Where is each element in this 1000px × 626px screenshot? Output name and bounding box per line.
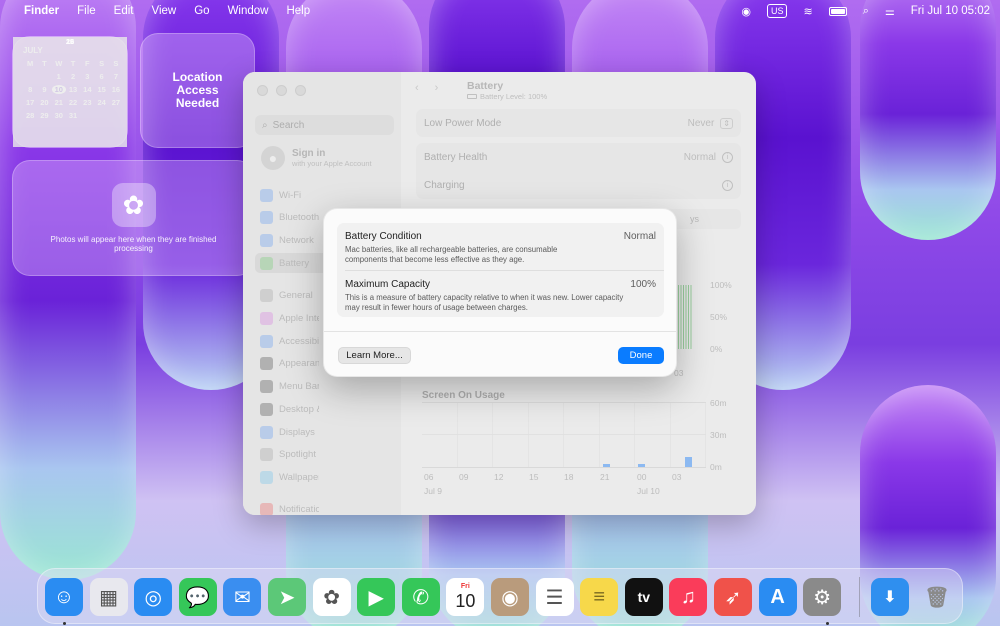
- facetime-icon[interactable]: ▶: [357, 578, 396, 616]
- max-capacity-desc: This is a measure of battery capacity re…: [345, 293, 624, 312]
- launchpad-icon[interactable]: ▦: [89, 578, 128, 616]
- battery-condition-row: Battery Condition Normal Mac batteries, …: [345, 231, 656, 264]
- max-capacity-row: Maximum Capacity 100% This is a measure …: [345, 279, 656, 312]
- battery-health-dialog: Battery Condition Normal Mac batteries, …: [323, 208, 677, 377]
- wifi-icon[interactable]: ≋: [803, 5, 812, 18]
- mail-icon[interactable]: ✉: [223, 578, 262, 616]
- battery-condition-desc: Mac batteries, like all rechargeable bat…: [345, 245, 558, 264]
- menu-bar: Finder File Edit View Go Window Help ◉ U…: [0, 0, 1000, 22]
- photos-widget[interactable]: ✿ Photos will appear here when they are …: [12, 160, 255, 276]
- reminders-icon[interactable]: ☰: [535, 578, 574, 616]
- control-center-icon[interactable]: ⚌: [885, 5, 895, 18]
- notes-icon[interactable]: ≡: [580, 578, 619, 616]
- menu-window[interactable]: Window: [228, 5, 269, 17]
- screen-record-icon[interactable]: ◉: [741, 5, 751, 18]
- calendar-day-number: 10: [455, 591, 476, 611]
- finder-icon[interactable]: ☺: [45, 578, 83, 616]
- menu-go[interactable]: Go: [194, 5, 209, 17]
- battery-condition-value: Normal: [623, 231, 656, 242]
- calendar-widget[interactable]: JULY M T W T F S S 1 2 3 4 5 6 7 8 9 10 …: [12, 36, 128, 148]
- messages-icon[interactable]: 💬: [178, 578, 217, 616]
- location-widget-text: Location Access Needed: [172, 70, 223, 110]
- menu-file[interactable]: File: [77, 5, 96, 17]
- maps-icon[interactable]: ➤: [268, 578, 306, 616]
- music-icon[interactable]: ♫: [669, 578, 708, 616]
- system-settings-icon[interactable]: ⚙: [803, 578, 842, 616]
- photos-icon[interactable]: ✿: [312, 578, 351, 616]
- safari-icon[interactable]: ◎: [134, 578, 173, 616]
- done-button[interactable]: Done: [618, 347, 664, 364]
- menu-clock[interactable]: Fri Jul 10 05:02: [911, 5, 990, 17]
- menu-app-name[interactable]: Finder: [24, 5, 59, 17]
- calendar-icon[interactable]: Fri 10: [446, 578, 485, 616]
- trash-icon[interactable]: 🗑: [918, 578, 956, 616]
- tv-icon[interactable]: tv: [624, 578, 663, 616]
- max-capacity-title: Maximum Capacity: [345, 279, 431, 290]
- battery-icon[interactable]: [828, 6, 847, 16]
- max-capacity-value: 100%: [630, 279, 656, 290]
- phone-icon[interactable]: ✆: [401, 578, 440, 616]
- app-store-icon[interactable]: A: [758, 578, 797, 616]
- downloads-folder-icon[interactable]: ⬇: [871, 578, 909, 616]
- running-indicator: [826, 622, 829, 625]
- menu-view[interactable]: View: [152, 5, 177, 17]
- photos-flower-icon: ✿: [111, 183, 156, 227]
- menu-edit[interactable]: Edit: [114, 5, 134, 17]
- location-widget[interactable]: Location Access Needed: [140, 33, 255, 148]
- battery-condition-title: Battery Condition: [345, 231, 422, 242]
- calendar-day-name: Fri: [460, 583, 470, 590]
- spotlight-search-icon[interactable]: ⌕: [863, 5, 869, 18]
- launch-icon[interactable]: ➶: [714, 578, 752, 616]
- contacts-icon[interactable]: ◉: [491, 578, 529, 616]
- menu-help[interactable]: Help: [286, 5, 310, 17]
- dock-separator: [859, 577, 860, 617]
- divider: [324, 331, 676, 332]
- learn-more-button[interactable]: Learn More...: [338, 347, 411, 364]
- divider: [345, 270, 664, 271]
- calendar-day: 26: [13, 37, 127, 147]
- calendar-grid: M T W T F S S 1 2 3 4 5 6 7 8 9 10 11 12…: [13, 37, 127, 147]
- dialog-info-card: Battery Condition Normal Mac batteries, …: [337, 223, 664, 317]
- running-indicator: [63, 622, 66, 625]
- dock: ☺ ▦ ◎ 💬 ✉ ➤ ✿ ▶ ✆ Fri 10 ◉ ☰ ≡ tv ♫ ➶ A ⚙ ⬇ 🗑: [37, 568, 963, 625]
- photos-widget-text: Photos will appear here when they are fi…: [50, 235, 217, 253]
- keyboard-input-menu[interactable]: US: [766, 4, 788, 18]
